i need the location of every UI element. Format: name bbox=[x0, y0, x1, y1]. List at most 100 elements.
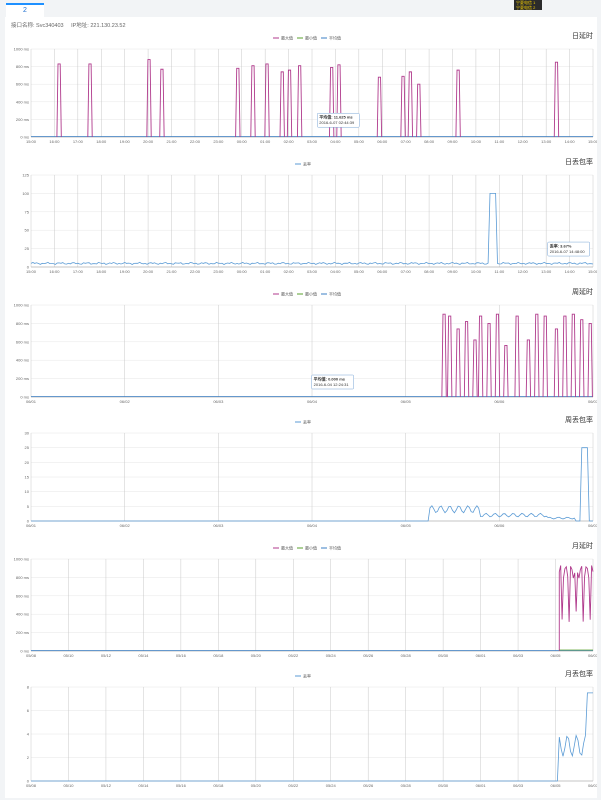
chart-legend: 最大值 最小值 平均值 bbox=[273, 291, 341, 297]
series-max-spike bbox=[553, 328, 560, 398]
series-max-spike bbox=[472, 339, 478, 398]
x-tick-label: 06/01 bbox=[26, 523, 37, 528]
x-tick-label: 06/03 bbox=[513, 783, 524, 788]
x-tick-label: 06/05 bbox=[551, 653, 562, 658]
x-tick-label: 21:00 bbox=[166, 269, 177, 274]
y-tick-label: 800 ms bbox=[16, 575, 29, 580]
chart-month_latency: 月延时最大值 最小值 平均值0 ms200 ms400 ms600 ms800 ms… bbox=[14, 541, 597, 658]
series-max-spike bbox=[477, 315, 484, 398]
y-tick-label: 50 bbox=[25, 228, 30, 233]
series-max-spike bbox=[235, 67, 241, 138]
series-max-spike bbox=[56, 63, 62, 138]
x-tick-label: 05/16 bbox=[176, 653, 187, 658]
x-tick-label: 15:00 bbox=[588, 269, 597, 274]
x-tick-label: 06/01 bbox=[476, 783, 487, 788]
x-tick-label: 06/07 bbox=[588, 783, 597, 788]
series-max-spike bbox=[455, 69, 461, 138]
chart-tooltip: 丢率: 3.67%2016-6-07 14:48:00 bbox=[547, 241, 590, 257]
legend-label-avg: 平均值 bbox=[329, 545, 341, 551]
series-max-spike bbox=[264, 63, 270, 138]
x-tick-label: 13:00 bbox=[541, 139, 552, 144]
x-tick-label: 16:00 bbox=[49, 269, 60, 274]
x-tick-label: 09:00 bbox=[447, 139, 458, 144]
x-tick-label: 03:00 bbox=[307, 269, 318, 274]
x-tick-label: 06/05 bbox=[401, 399, 412, 404]
y-tick-label: 200 ms bbox=[16, 117, 29, 122]
y-tick-label: 1000 ms bbox=[14, 303, 29, 308]
series-max-spike bbox=[455, 328, 461, 398]
legend-label-loss: 丢率 bbox=[303, 673, 311, 679]
series-max-spike bbox=[494, 313, 501, 398]
x-tick-label: 05/12 bbox=[101, 653, 112, 658]
y-tick-label: 8 bbox=[27, 685, 30, 690]
y-tick-label: 600 ms bbox=[16, 593, 29, 598]
legend-label-max: 最大值 bbox=[281, 545, 293, 551]
x-tick-label: 05:00 bbox=[354, 139, 365, 144]
series-max-spike bbox=[296, 65, 303, 138]
x-tick-label: 23:00 bbox=[213, 269, 224, 274]
x-tick-label: 16:00 bbox=[49, 139, 60, 144]
x-tick-label: 17:00 bbox=[73, 269, 84, 274]
x-tick-label: 15:00 bbox=[26, 139, 37, 144]
x-tick-label: 13:00 bbox=[541, 269, 552, 274]
chart-title: 周丢包率 bbox=[565, 415, 593, 424]
x-tick-label: 06/03 bbox=[213, 523, 224, 528]
series-max bbox=[558, 565, 594, 651]
x-tick-label: 05/08 bbox=[26, 783, 37, 788]
x-tick-label: 06/02 bbox=[120, 399, 131, 404]
x-tick-label: 04:00 bbox=[330, 269, 341, 274]
chart-week_latency: 周延时最大值 最小值 平均值0 ms200 ms400 ms600 ms800 ms… bbox=[14, 287, 597, 404]
x-tick-label: 05/16 bbox=[176, 783, 187, 788]
x-tick-label: 07:00 bbox=[401, 139, 412, 144]
x-tick-label: 05/26 bbox=[363, 653, 374, 658]
x-tick-label: 06/03 bbox=[213, 399, 224, 404]
series-max-spike bbox=[146, 59, 152, 138]
x-tick-label: 05/10 bbox=[63, 653, 74, 658]
y-tick-label: 1000 ms bbox=[14, 47, 29, 52]
x-tick-label: 05/18 bbox=[213, 783, 224, 788]
x-tick-label: 07:00 bbox=[401, 269, 412, 274]
legend-label-avg: 平均值 bbox=[329, 35, 341, 41]
x-tick-label: 14:00 bbox=[565, 139, 576, 144]
charts-area: 日延时最大值 最小值 平均值0 ms200 ms400 ms600 ms800 ms… bbox=[14, 31, 597, 788]
x-tick-label: 05/22 bbox=[288, 783, 299, 788]
series-max-spike bbox=[407, 71, 413, 138]
chart-day_latency: 日延时最大值 最小值 平均值0 ms200 ms400 ms600 ms800 ms… bbox=[14, 31, 597, 144]
x-tick-label: 05/08 bbox=[26, 653, 37, 658]
tooltip-value: 平均值: 11.625 ms bbox=[319, 114, 353, 120]
chart-legend: 丢率 bbox=[295, 673, 311, 679]
x-tick-label: 06:00 bbox=[377, 269, 388, 274]
main-panel: 接口名称: Svc340403 IP地址: 221.130.23.52 日延时最… bbox=[5, 17, 597, 798]
y-tick-label: 20 bbox=[25, 460, 30, 465]
y-tick-label: 10 bbox=[25, 489, 30, 494]
x-tick-label: 06/04 bbox=[307, 399, 318, 404]
badge-line-2: 宁夏电信 2 bbox=[516, 5, 536, 10]
y-tick-label: 25 bbox=[25, 246, 30, 251]
x-tick-label: 05:00 bbox=[354, 269, 365, 274]
x-tick-label: 19:00 bbox=[120, 269, 131, 274]
y-tick-label: 800 ms bbox=[16, 321, 29, 326]
x-tick-label: 05/18 bbox=[213, 653, 224, 658]
tab-2[interactable]: 2 bbox=[6, 3, 44, 17]
legend-label-loss: 丢率 bbox=[303, 161, 311, 167]
y-tick-label: 600 ms bbox=[16, 339, 29, 344]
x-tick-label: 06/01 bbox=[26, 399, 37, 404]
x-tick-label: 05/20 bbox=[251, 783, 262, 788]
x-tick-label: 05/26 bbox=[363, 783, 374, 788]
tooltip-value: 平均值: 0.000 ms bbox=[314, 376, 346, 382]
chart-legend: 最大值 最小值 平均值 bbox=[273, 545, 341, 551]
status-badge: 宁夏电信 1 宁夏电信 2 bbox=[514, 0, 542, 10]
x-tick-label: 18:00 bbox=[96, 139, 107, 144]
series-max-spike bbox=[376, 76, 383, 138]
x-tick-label: 06/03 bbox=[513, 653, 524, 658]
x-tick-label: 19:00 bbox=[120, 139, 131, 144]
x-tick-label: 04:00 bbox=[330, 139, 341, 144]
legend-label-avg: 平均值 bbox=[329, 291, 341, 297]
x-tick-label: 06/06 bbox=[494, 399, 505, 404]
series-max-spike bbox=[553, 61, 560, 138]
x-tick-label: 15:00 bbox=[588, 139, 597, 144]
x-tick-label: 05/14 bbox=[138, 783, 149, 788]
x-tick-label: 06/06 bbox=[494, 523, 505, 528]
x-tick-label: 10:00 bbox=[471, 269, 482, 274]
y-tick-label: 4 bbox=[27, 732, 30, 737]
